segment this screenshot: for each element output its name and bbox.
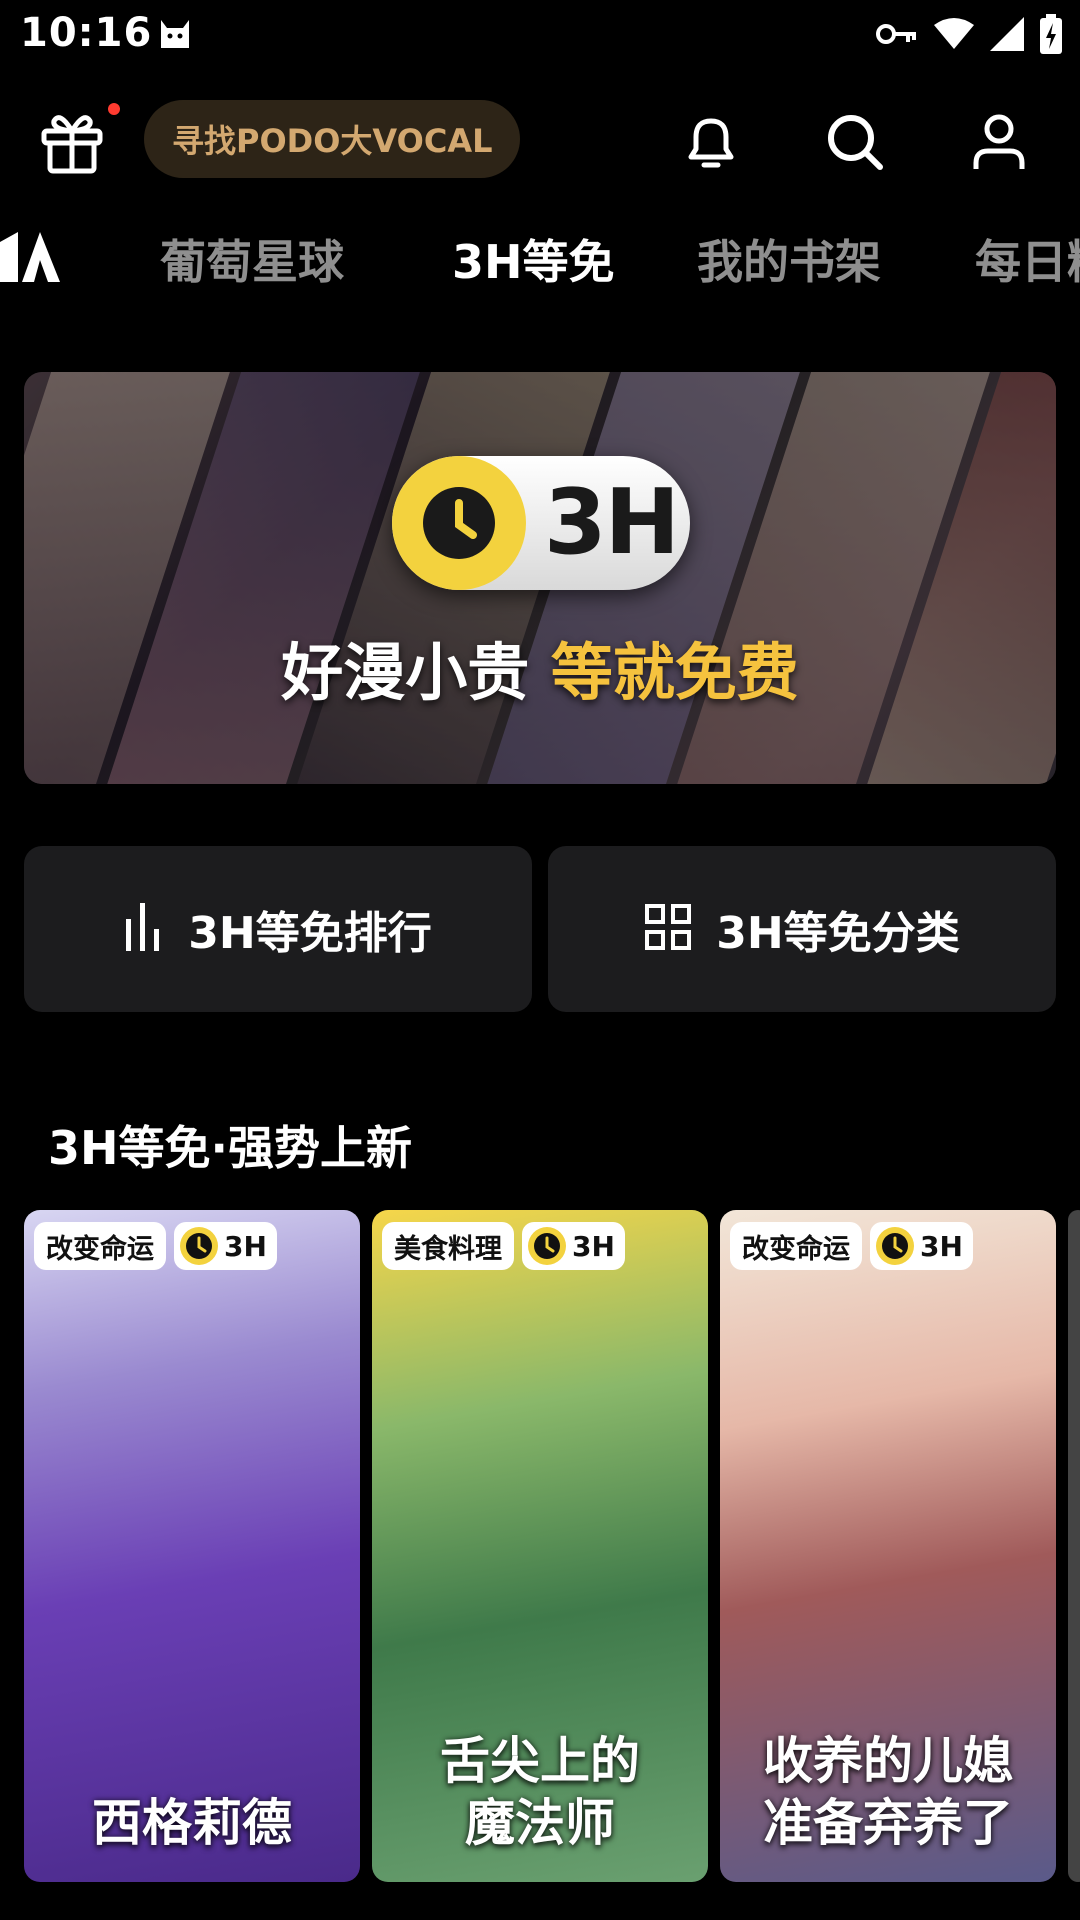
- tab-podo-planet[interactable]: 葡萄星球: [160, 226, 344, 292]
- clock-icon: [392, 456, 526, 590]
- battery-icon: [1040, 14, 1062, 58]
- ranking-label: 3H等免排行: [188, 908, 432, 959]
- grid-icon: [644, 903, 692, 955]
- app-logo-icon[interactable]: [0, 232, 60, 286]
- wait-free-badge: 3H: [522, 1222, 625, 1270]
- comic-title: 收养的儿媳 准备弃养了: [763, 1732, 1013, 1852]
- promo-banner[interactable]: 3H 好漫小贵 等就免费: [24, 372, 1056, 784]
- tab-daily[interactable]: 每日精: [975, 226, 1080, 292]
- profile-icon[interactable]: [964, 107, 1034, 177]
- banner-3h-badge: 3H: [392, 456, 690, 590]
- comic-cover-image: [24, 1210, 360, 1882]
- tab-my-shelf[interactable]: 我的书架: [697, 226, 881, 292]
- ranking-bars-icon: [124, 903, 164, 955]
- slogan-highlight: 等就免费: [550, 636, 799, 709]
- notification-dot: [108, 103, 120, 115]
- banner-slogan: 好漫小贵 等就免费: [24, 622, 1056, 712]
- wait-free-badge: 3H: [174, 1222, 277, 1270]
- card-tags: 美食料理 3H: [382, 1222, 625, 1270]
- next-card-peek[interactable]: [1068, 1210, 1080, 1882]
- status-icons: [876, 14, 1062, 58]
- badge-text: 3H: [920, 1229, 963, 1263]
- gift-icon[interactable]: [36, 105, 108, 177]
- cell-signal-icon: [990, 17, 1024, 55]
- genre-tag: 改变命运: [730, 1222, 862, 1270]
- clock-icon: [180, 1227, 218, 1265]
- vpn-key-icon: [876, 20, 918, 52]
- wifi-icon: [934, 17, 974, 55]
- search-pill[interactable]: 寻找PODO大VOCAL: [144, 100, 521, 178]
- comic-card[interactable]: 改变命运 3H 西格莉德: [24, 1210, 360, 1882]
- ranking-button[interactable]: 3H等免排行: [24, 846, 532, 1012]
- section-title: 3H等免·强势上新: [48, 1121, 412, 1175]
- status-time: 10:16: [20, 10, 153, 56]
- banner-badge-text: 3H: [544, 470, 680, 575]
- genre-tag: 改变命运: [34, 1222, 166, 1270]
- cat-notification-icon: [155, 14, 195, 58]
- search-icon[interactable]: [820, 107, 890, 177]
- tab-3h-free[interactable]: 3H等免: [452, 226, 615, 292]
- status-bar: 10:16: [0, 0, 1080, 72]
- card-tags: 改变命运 3H: [730, 1222, 973, 1270]
- comic-card[interactable]: 改变命运 3H 收养的儿媳 准备弃养了: [720, 1210, 1056, 1882]
- slogan-main: 好漫小贵: [281, 636, 551, 709]
- comic-title: 舌尖上的 魔法师: [440, 1732, 640, 1852]
- badge-text: 3H: [572, 1229, 615, 1263]
- genre-tag: 美食料理: [382, 1222, 514, 1270]
- card-tags: 改变命运 3H: [34, 1222, 277, 1270]
- wait-free-badge: 3H: [870, 1222, 973, 1270]
- clock-icon: [876, 1227, 914, 1265]
- badge-text: 3H: [224, 1229, 267, 1263]
- clock-icon: [528, 1227, 566, 1265]
- comic-card[interactable]: 美食料理 3H 舌尖上的 魔法师: [372, 1210, 708, 1882]
- comic-title: 西格莉德: [92, 1794, 292, 1852]
- top-bar: 寻找PODO大VOCAL: [0, 95, 1080, 185]
- category-button[interactable]: 3H等免分类: [548, 846, 1056, 1012]
- tab-bar: 葡萄星球 3H等免 我的书架 每日精: [0, 218, 1080, 298]
- category-label: 3H等免分类: [716, 908, 960, 959]
- bell-icon[interactable]: [676, 107, 746, 177]
